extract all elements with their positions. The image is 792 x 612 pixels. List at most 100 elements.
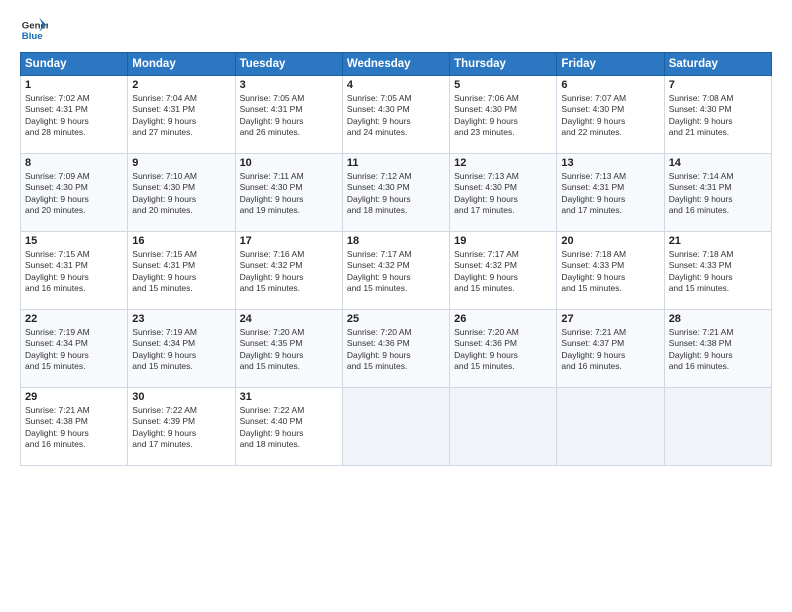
calendar-week-row: 22 Sunrise: 7:19 AMSunset: 4:34 PMDayligh… (21, 310, 772, 388)
day-number: 3 (240, 79, 338, 91)
calendar-cell: 2 Sunrise: 7:04 AMSunset: 4:31 PMDaylight… (128, 76, 235, 154)
day-number: 30 (132, 391, 230, 403)
calendar-cell (664, 388, 771, 466)
day-number: 16 (132, 235, 230, 247)
weekday-header: Saturday (664, 53, 771, 76)
day-number: 23 (132, 313, 230, 325)
weekday-header: Wednesday (342, 53, 449, 76)
calendar-cell: 4 Sunrise: 7:05 AMSunset: 4:30 PMDaylight… (342, 76, 449, 154)
day-number: 9 (132, 157, 230, 169)
calendar-cell: 16Sunrise: 7:15 AMSunset: 4:31 PMDayligh… (128, 232, 235, 310)
cell-sun-info: Sunrise: 7:08 AMSunset: 4:30 PMDaylight:… (669, 93, 767, 139)
calendar-cell: 15 Sunrise: 7:15 AMSunset: 4:31 PMDayligh… (21, 232, 128, 310)
calendar-week-row: 1 Sunrise: 7:02 AMSunset: 4:31 PMDaylight… (21, 76, 772, 154)
logo-icon: General Blue (20, 16, 48, 44)
calendar-week-row: 8Sunrise: 7:09 AMSunset: 4:30 PMDaylight… (21, 154, 772, 232)
day-number: 21 (669, 235, 767, 247)
day-number: 29 (25, 391, 123, 403)
day-number: 2 (132, 79, 230, 91)
header: General Blue (20, 16, 772, 44)
cell-sun-info: Sunrise: 7:10 AMSunset: 4:30 PMDaylight:… (132, 171, 230, 217)
day-number: 25 (347, 313, 445, 325)
page: General Blue SundayMondayTuesdayWednesda… (0, 0, 792, 612)
calendar-cell: 29 Sunrise: 7:21 AMSunset: 4:38 PMDayligh… (21, 388, 128, 466)
cell-sun-info: Sunrise: 7:19 AMSunset: 4:34 PMDaylight:… (25, 327, 123, 373)
weekday-header: Monday (128, 53, 235, 76)
cell-sun-info: Sunrise: 7:13 AMSunset: 4:31 PMDaylight:… (561, 171, 659, 217)
calendar-cell: 5 Sunrise: 7:06 AMSunset: 4:30 PMDaylight… (450, 76, 557, 154)
cell-sun-info: Sunrise: 7:06 AMSunset: 4:30 PMDaylight:… (454, 93, 552, 139)
day-number: 14 (669, 157, 767, 169)
day-number: 5 (454, 79, 552, 91)
calendar-cell (342, 388, 449, 466)
day-number: 31 (240, 391, 338, 403)
cell-sun-info: Sunrise: 7:18 AMSunset: 4:33 PMDaylight:… (561, 249, 659, 295)
cell-sun-info: Sunrise: 7:21 AMSunset: 4:38 PMDaylight:… (25, 405, 123, 451)
calendar-cell: 18 Sunrise: 7:17 AMSunset: 4:32 PMDayligh… (342, 232, 449, 310)
cell-sun-info: Sunrise: 7:02 AMSunset: 4:31 PMDaylight:… (25, 93, 123, 139)
calendar-cell: 31 Sunrise: 7:22 AMSunset: 4:40 PMDayligh… (235, 388, 342, 466)
calendar-cell: 24Sunrise: 7:20 AMSunset: 4:35 PMDayligh… (235, 310, 342, 388)
day-number: 15 (25, 235, 123, 247)
calendar-cell: 13 Sunrise: 7:13 AMSunset: 4:31 PMDayligh… (557, 154, 664, 232)
day-number: 18 (347, 235, 445, 247)
cell-sun-info: Sunrise: 7:12 AMSunset: 4:30 PMDaylight:… (347, 171, 445, 217)
day-number: 1 (25, 79, 123, 91)
cell-sun-info: Sunrise: 7:19 AMSunset: 4:34 PMDaylight:… (132, 327, 230, 373)
cell-sun-info: Sunrise: 7:11 AMSunset: 4:30 PMDaylight:… (240, 171, 338, 217)
calendar-cell (557, 388, 664, 466)
calendar-cell: 28 Sunrise: 7:21 AMSunset: 4:38 PMDayligh… (664, 310, 771, 388)
calendar-body: 1 Sunrise: 7:02 AMSunset: 4:31 PMDaylight… (21, 76, 772, 466)
cell-sun-info: Sunrise: 7:17 AMSunset: 4:32 PMDaylight:… (454, 249, 552, 295)
calendar-cell: 30 Sunrise: 7:22 AMSunset: 4:39 PMDayligh… (128, 388, 235, 466)
cell-sun-info: Sunrise: 7:09 AMSunset: 4:30 PMDaylight:… (25, 171, 123, 217)
calendar-week-row: 15 Sunrise: 7:15 AMSunset: 4:31 PMDayligh… (21, 232, 772, 310)
calendar-cell: 21 Sunrise: 7:18 AMSunset: 4:33 PMDayligh… (664, 232, 771, 310)
weekday-header: Thursday (450, 53, 557, 76)
day-number: 11 (347, 157, 445, 169)
calendar-cell: 1 Sunrise: 7:02 AMSunset: 4:31 PMDaylight… (21, 76, 128, 154)
calendar-cell: 23 Sunrise: 7:19 AMSunset: 4:34 PMDayligh… (128, 310, 235, 388)
cell-sun-info: Sunrise: 7:22 AMSunset: 4:40 PMDaylight:… (240, 405, 338, 451)
calendar-cell: 27Sunrise: 7:21 AMSunset: 4:37 PMDayligh… (557, 310, 664, 388)
calendar-week-row: 29 Sunrise: 7:21 AMSunset: 4:38 PMDayligh… (21, 388, 772, 466)
cell-sun-info: Sunrise: 7:15 AMSunset: 4:31 PMDaylight:… (25, 249, 123, 295)
calendar-cell: 20Sunrise: 7:18 AMSunset: 4:33 PMDayligh… (557, 232, 664, 310)
cell-sun-info: Sunrise: 7:05 AMSunset: 4:31 PMDaylight:… (240, 93, 338, 139)
calendar-cell: 22 Sunrise: 7:19 AMSunset: 4:34 PMDayligh… (21, 310, 128, 388)
calendar-cell: 25 Sunrise: 7:20 AMSunset: 4:36 PMDayligh… (342, 310, 449, 388)
cell-sun-info: Sunrise: 7:20 AMSunset: 4:36 PMDaylight:… (347, 327, 445, 373)
calendar-header-row: SundayMondayTuesdayWednesdayThursdayFrid… (21, 53, 772, 76)
calendar-cell: 19Sunrise: 7:17 AMSunset: 4:32 PMDayligh… (450, 232, 557, 310)
cell-sun-info: Sunrise: 7:20 AMSunset: 4:36 PMDaylight:… (454, 327, 552, 373)
cell-sun-info: Sunrise: 7:04 AMSunset: 4:31 PMDaylight:… (132, 93, 230, 139)
calendar-cell: 14Sunrise: 7:14 AMSunset: 4:31 PMDayligh… (664, 154, 771, 232)
calendar-cell: 7 Sunrise: 7:08 AMSunset: 4:30 PMDaylight… (664, 76, 771, 154)
day-number: 22 (25, 313, 123, 325)
cell-sun-info: Sunrise: 7:16 AMSunset: 4:32 PMDaylight:… (240, 249, 338, 295)
logo: General Blue (20, 16, 48, 44)
weekday-header: Friday (557, 53, 664, 76)
weekday-header: Sunday (21, 53, 128, 76)
cell-sun-info: Sunrise: 7:07 AMSunset: 4:30 PMDaylight:… (561, 93, 659, 139)
calendar-table: SundayMondayTuesdayWednesdayThursdayFrid… (20, 52, 772, 466)
calendar-cell: 11 Sunrise: 7:12 AMSunset: 4:30 PMDayligh… (342, 154, 449, 232)
cell-sun-info: Sunrise: 7:18 AMSunset: 4:33 PMDaylight:… (669, 249, 767, 295)
day-number: 6 (561, 79, 659, 91)
day-number: 7 (669, 79, 767, 91)
calendar-cell: 12Sunrise: 7:13 AMSunset: 4:30 PMDayligh… (450, 154, 557, 232)
day-number: 27 (561, 313, 659, 325)
day-number: 28 (669, 313, 767, 325)
cell-sun-info: Sunrise: 7:17 AMSunset: 4:32 PMDaylight:… (347, 249, 445, 295)
calendar-cell: 10 Sunrise: 7:11 AMSunset: 4:30 PMDayligh… (235, 154, 342, 232)
calendar-cell: 6 Sunrise: 7:07 AMSunset: 4:30 PMDaylight… (557, 76, 664, 154)
calendar-cell: 26Sunrise: 7:20 AMSunset: 4:36 PMDayligh… (450, 310, 557, 388)
cell-sun-info: Sunrise: 7:22 AMSunset: 4:39 PMDaylight:… (132, 405, 230, 451)
day-number: 17 (240, 235, 338, 247)
cell-sun-info: Sunrise: 7:05 AMSunset: 4:30 PMDaylight:… (347, 93, 445, 139)
day-number: 10 (240, 157, 338, 169)
calendar-cell: 17 Sunrise: 7:16 AMSunset: 4:32 PMDayligh… (235, 232, 342, 310)
day-number: 13 (561, 157, 659, 169)
cell-sun-info: Sunrise: 7:21 AMSunset: 4:38 PMDaylight:… (669, 327, 767, 373)
day-number: 4 (347, 79, 445, 91)
